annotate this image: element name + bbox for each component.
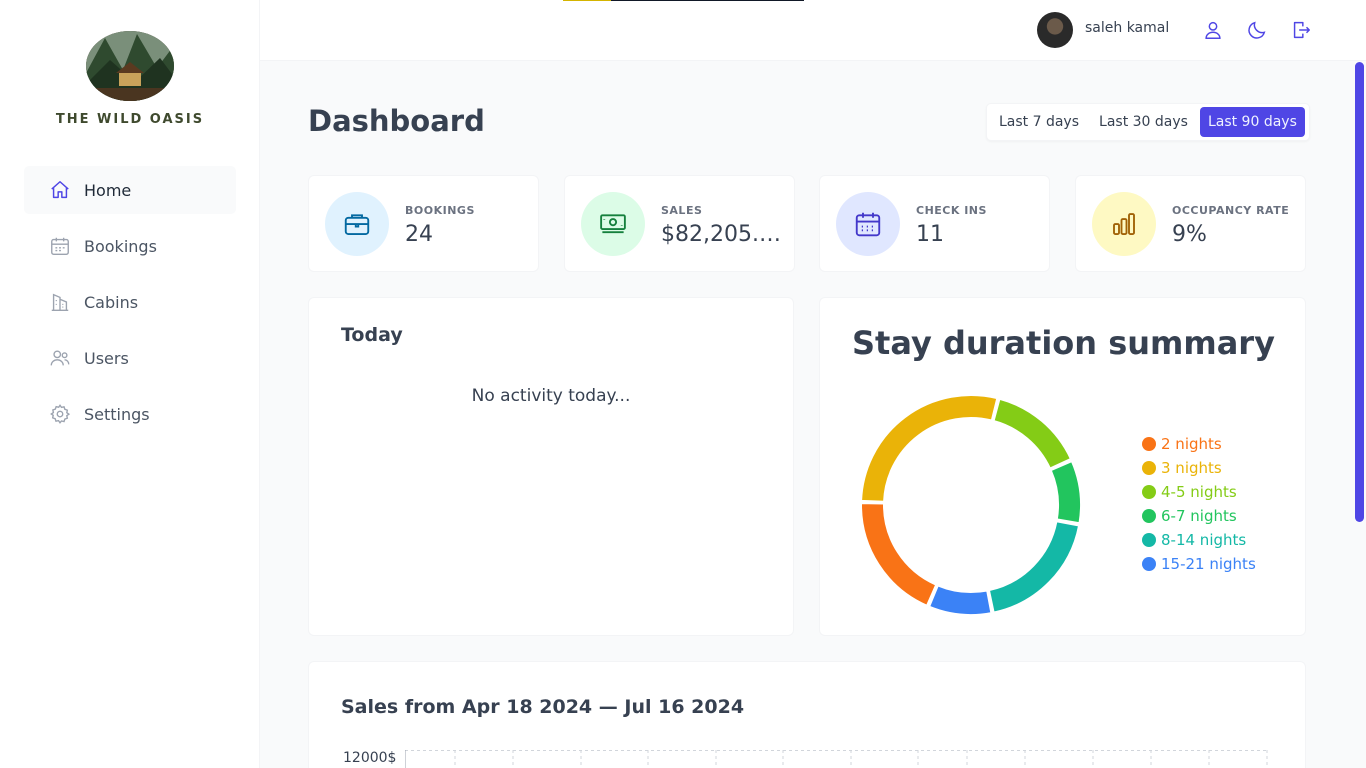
stat-sales: SALES $82,205.… bbox=[564, 175, 795, 272]
calendar-icon bbox=[48, 234, 72, 258]
sidebar-item-label: Settings bbox=[84, 404, 150, 424]
brand-name: THE WILD OASIS bbox=[55, 112, 205, 127]
users-icon bbox=[48, 346, 72, 370]
legend-dot bbox=[1142, 533, 1156, 547]
logo bbox=[86, 31, 174, 101]
sidebar-item-label: Home bbox=[84, 180, 132, 200]
donut-slice-6-7-nights[interactable] bbox=[1049, 459, 1082, 525]
filter-last-7-days[interactable]: Last 7 days bbox=[991, 107, 1087, 137]
home-icon bbox=[48, 178, 72, 202]
sidebar-nav: Home Bookings Cabins Users Settings bbox=[24, 166, 236, 446]
stat-occupancy-rate: OCCUPANCY RATE 9% bbox=[1075, 175, 1306, 272]
user-icon[interactable] bbox=[1200, 17, 1226, 43]
stay-duration-panel: Stay duration summary 2 nights 3 nights 4-… bbox=[819, 297, 1306, 636]
stat-value: 9% bbox=[1172, 222, 1207, 247]
loading-bar-accent bbox=[563, 0, 611, 1]
date-filter: Last 7 days Last 30 days Last 90 days bbox=[986, 103, 1310, 141]
sidebar-item-label: Cabins bbox=[84, 292, 139, 312]
stat-bookings: BOOKINGS 24 bbox=[308, 175, 539, 272]
sidebar-item-users[interactable]: Users bbox=[24, 334, 236, 382]
donut-slice-15-21-nights[interactable] bbox=[927, 584, 993, 616]
legend-label: 15-21 nights bbox=[1161, 555, 1256, 573]
calendar-days-icon bbox=[836, 192, 900, 256]
legend-label: 6-7 nights bbox=[1161, 507, 1237, 525]
legend-label: 4-5 nights bbox=[1161, 483, 1237, 501]
legend-item: 8-14 nights bbox=[1142, 528, 1256, 552]
sidebar-item-bookings[interactable]: Bookings bbox=[24, 222, 236, 270]
donut-slice-4-5-nights[interactable] bbox=[992, 397, 1073, 470]
stat-label: BOOKINGS bbox=[405, 204, 475, 217]
stat-label: SALES bbox=[661, 204, 703, 217]
legend-dot bbox=[1142, 509, 1156, 523]
sidebar: THE WILD OASIS Home Bookings Cabins User… bbox=[0, 0, 260, 768]
chart-title: Stay duration summary bbox=[852, 324, 1275, 362]
page-title: Dashboard bbox=[308, 104, 485, 138]
chart-legend: 2 nights 3 nights 4-5 nights 6-7 nights 8-14… bbox=[1142, 432, 1256, 576]
sales-panel: Sales from Apr 18 2024 — Jul 16 2024 120… bbox=[308, 661, 1306, 768]
legend-item: 2 nights bbox=[1142, 432, 1256, 456]
legend-dot bbox=[1142, 485, 1156, 499]
donut-slice-3-nights[interactable] bbox=[860, 394, 999, 503]
username: saleh kamal bbox=[1085, 20, 1170, 36]
legend-dot bbox=[1142, 461, 1156, 475]
legend-item: 15-21 nights bbox=[1142, 552, 1256, 576]
sidebar-item-settings[interactable]: Settings bbox=[24, 390, 236, 438]
legend-item: 3 nights bbox=[1142, 456, 1256, 480]
avatar[interactable] bbox=[1037, 12, 1073, 48]
filter-last-30-days[interactable]: Last 30 days bbox=[1091, 107, 1196, 137]
stat-value: 11 bbox=[916, 222, 944, 247]
banknotes-icon bbox=[581, 192, 645, 256]
donut-slice-8-14-nights[interactable] bbox=[987, 520, 1081, 614]
legend-dot bbox=[1142, 557, 1156, 571]
today-panel: Today No activity today... bbox=[308, 297, 794, 636]
sidebar-item-home[interactable]: Home bbox=[24, 166, 236, 214]
loading-bar bbox=[611, 0, 804, 1]
chart-bar-icon bbox=[1092, 192, 1156, 256]
legend-label: 8-14 nights bbox=[1161, 531, 1247, 549]
sidebar-item-label: Bookings bbox=[84, 236, 157, 256]
legend-item: 6-7 nights bbox=[1142, 504, 1256, 528]
filter-last-90-days[interactable]: Last 90 days bbox=[1199, 107, 1305, 137]
stat-value: 24 bbox=[405, 222, 433, 247]
today-empty-message: No activity today... bbox=[471, 386, 631, 406]
stat-label: OCCUPANCY RATE bbox=[1172, 204, 1290, 217]
sales-title: Sales from Apr 18 2024 — Jul 16 2024 bbox=[341, 696, 745, 718]
sidebar-item-label: Users bbox=[84, 348, 129, 368]
sales-chart-grid bbox=[405, 750, 1269, 768]
legend-item: 4-5 nights bbox=[1142, 480, 1256, 504]
stat-label: CHECK INS bbox=[916, 204, 987, 217]
legend-label: 2 nights bbox=[1161, 435, 1222, 453]
legend-dot bbox=[1142, 437, 1156, 451]
gear-icon bbox=[48, 402, 72, 426]
stay-duration-donut bbox=[860, 394, 1082, 616]
top-header: saleh kamal bbox=[260, 0, 1366, 61]
stat-value: $82,205.… bbox=[661, 222, 781, 247]
building-icon bbox=[48, 290, 72, 314]
legend-label: 3 nights bbox=[1161, 459, 1222, 477]
logout-icon[interactable] bbox=[1288, 17, 1314, 43]
sidebar-item-cabins[interactable]: Cabins bbox=[24, 278, 236, 326]
today-title: Today bbox=[341, 324, 403, 346]
moon-icon[interactable] bbox=[1244, 17, 1270, 43]
donut-slice-2-nights[interactable] bbox=[860, 502, 938, 608]
y-axis-tick: 12000$ bbox=[343, 750, 397, 766]
scrollbar[interactable] bbox=[1355, 62, 1364, 522]
briefcase-icon bbox=[325, 192, 389, 256]
stat-check-ins: CHECK INS 11 bbox=[819, 175, 1050, 272]
